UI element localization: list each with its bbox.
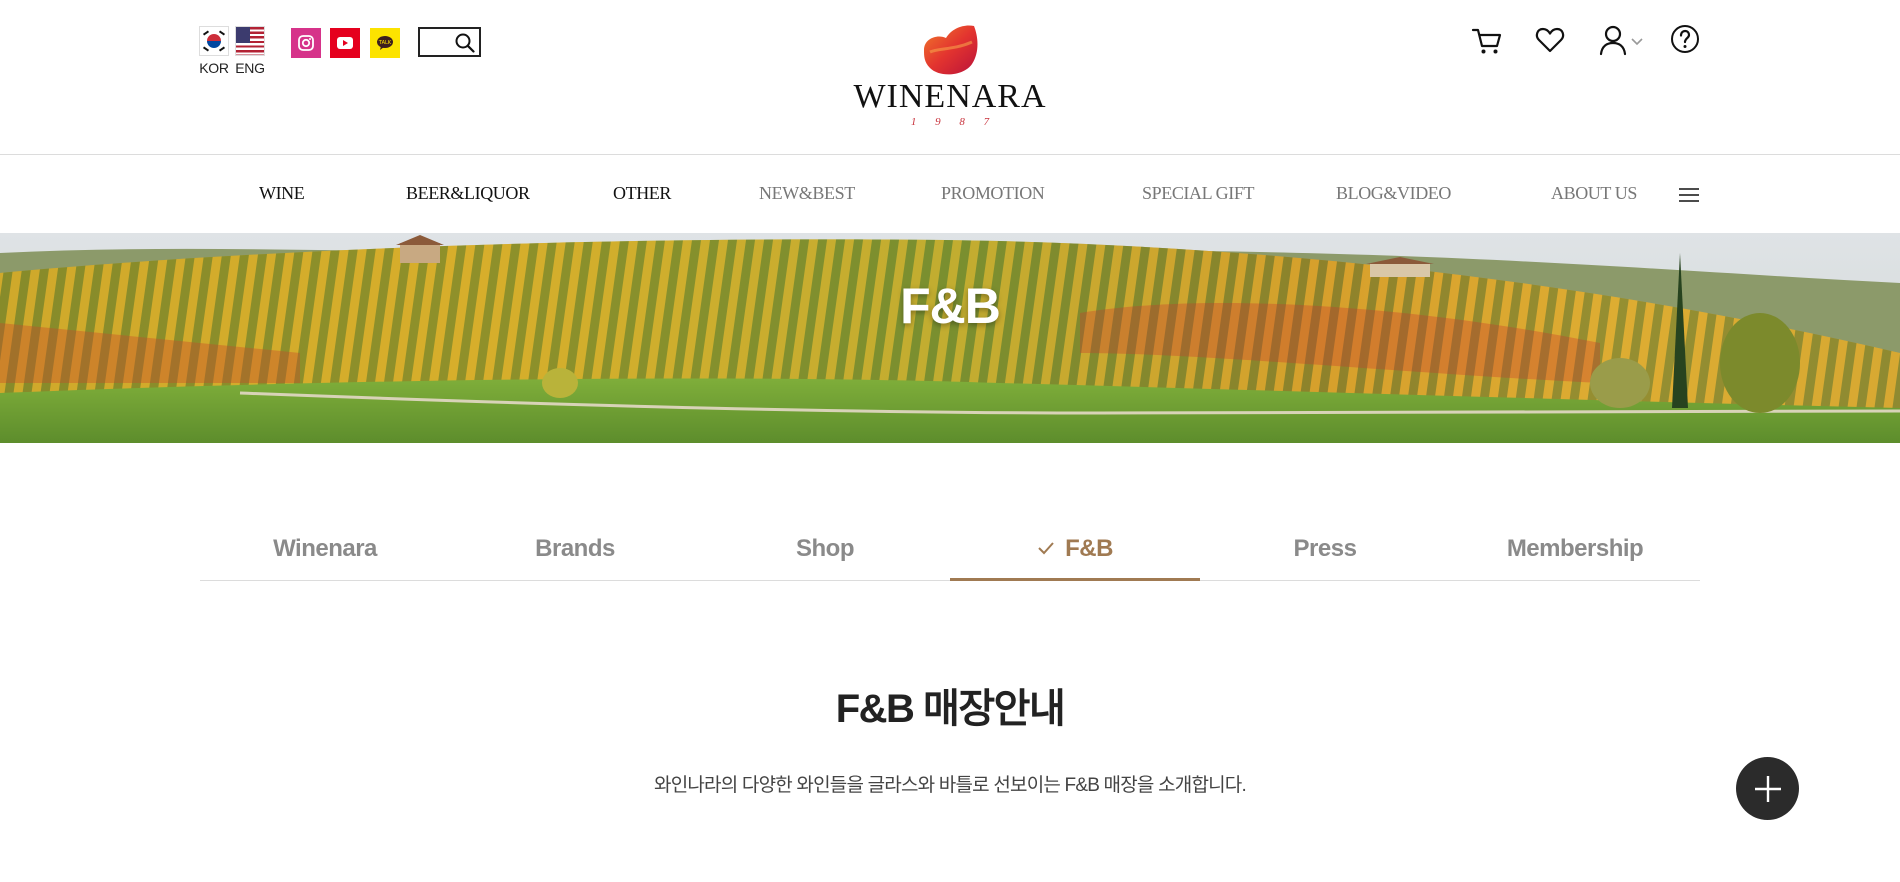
language-korean[interactable]: KOR (199, 26, 229, 76)
search-box[interactable] (418, 27, 481, 57)
tab-label: Press (1293, 535, 1357, 562)
vineyard-landscape-image (0, 233, 1900, 443)
sub-navigation-tabs: Winenara Brands Shop F&B Press Membershi… (200, 519, 1700, 581)
nav-item-new-best[interactable]: NEW&BEST (759, 183, 855, 204)
language-english[interactable]: ENG (235, 26, 265, 76)
user-icon (1599, 25, 1627, 56)
nav-item-special-gift[interactable]: SPECIAL GIFT (1142, 183, 1254, 204)
main-navigation: WINE BEER&LIQUOR OTHER NEW&BEST PROMOTIO… (0, 156, 1900, 234)
nav-item-about-us[interactable]: ABOUT US (1551, 183, 1637, 204)
search-input[interactable] (422, 31, 452, 53)
youtube-icon (337, 37, 353, 49)
tab-fnb[interactable]: F&B (950, 519, 1200, 581)
check-icon (1038, 541, 1054, 555)
search-icon[interactable] (455, 33, 475, 53)
tab-shop[interactable]: Shop (700, 519, 950, 580)
chevron-down-icon (1631, 38, 1643, 46)
language-label: KOR (199, 60, 229, 76)
language-label: ENG (235, 60, 265, 76)
wine-logo-mark-icon (924, 25, 978, 75)
youtube-link[interactable] (330, 28, 360, 58)
floating-plus-button[interactable] (1736, 757, 1799, 820)
plus-icon (1754, 775, 1781, 802)
tab-brands[interactable]: Brands (450, 519, 700, 580)
nav-item-beer-liquor[interactable]: BEER&LIQUOR (406, 183, 530, 204)
kakao-chat-icon: TALK (377, 36, 393, 50)
tab-label: Shop (796, 535, 855, 562)
tab-press[interactable]: Press (1200, 519, 1450, 580)
account-button[interactable] (1598, 24, 1644, 56)
page-description: 와인나라의 다양한 와인들을 글라스와 바틀로 선보이는 F&B 매장을 소개합… (654, 775, 1247, 796)
usa-flag-icon (235, 26, 265, 56)
tab-label: Winenara (273, 535, 377, 562)
tab-label: Membership (1506, 535, 1644, 562)
logo-year: 1 9 8 7 (910, 116, 998, 128)
cart-button[interactable] (1470, 24, 1504, 58)
site-header: KOR ENG TALK WINENARA 1 9 8 7 (0, 0, 1900, 155)
logo-wordmark: WINENARA (853, 78, 1047, 115)
instagram-icon (298, 35, 314, 51)
site-logo[interactable]: WINENARA 1 9 8 7 (850, 22, 1050, 132)
tab-label: F&B (1065, 535, 1113, 562)
heart-icon (1535, 27, 1565, 53)
page-title: F&B 매장안내 (835, 687, 1066, 731)
nav-item-other[interactable]: OTHER (613, 183, 671, 204)
hamburger-menu-icon[interactable] (1678, 186, 1700, 204)
banner-title: F&B (900, 278, 1001, 334)
wishlist-button[interactable] (1534, 24, 1566, 56)
help-icon (1671, 25, 1699, 53)
kakaotalk-link[interactable]: TALK (370, 28, 400, 58)
tab-membership[interactable]: Membership (1450, 519, 1700, 580)
tab-winenara[interactable]: Winenara (200, 519, 450, 580)
nav-item-promotion[interactable]: PROMOTION (941, 183, 1045, 204)
nav-item-wine[interactable]: WINE (259, 183, 305, 204)
instagram-link[interactable] (291, 28, 321, 58)
svg-text:TALK: TALK (378, 40, 392, 46)
hero-banner: F&B (0, 233, 1900, 443)
help-button[interactable] (1670, 24, 1700, 54)
tab-label: Brands (535, 535, 615, 562)
nav-item-blog-video[interactable]: BLOG&VIDEO (1336, 183, 1451, 204)
korea-flag-icon (199, 26, 229, 56)
cart-icon (1471, 28, 1502, 54)
